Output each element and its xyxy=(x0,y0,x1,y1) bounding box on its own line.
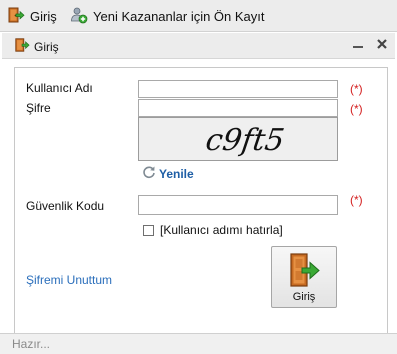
refresh-label: Yenile xyxy=(159,166,194,181)
door-login-icon xyxy=(7,6,25,27)
door-login-icon xyxy=(289,252,321,291)
door-login-icon xyxy=(14,37,30,56)
checkbox-box[interactable] xyxy=(143,224,154,236)
username-label: Kullanıcı Adı xyxy=(26,81,93,95)
login-form: Kullanıcı Adı (*) Şifre (*) c9ft5 (*) Ye… xyxy=(14,67,388,352)
toolbar-login-label: Giriş xyxy=(30,8,57,24)
window-title: Giriş xyxy=(14,37,59,56)
toolbar-register-button[interactable]: Yeni Kazananlar için Ön Kayıt xyxy=(70,6,265,26)
security-code-input[interactable] xyxy=(138,195,338,215)
refresh-captcha-link[interactable]: Yenile xyxy=(142,165,194,182)
refresh-icon xyxy=(142,165,156,182)
username-required-marker: (*) xyxy=(350,82,363,96)
window-header: Giriş xyxy=(2,33,395,59)
forgot-password-link[interactable]: Şifremi Unuttum xyxy=(26,273,112,287)
remember-me-label: [Kullanıcı adımı hatırla] xyxy=(160,223,283,237)
remember-me-checkbox[interactable]: [Kullanıcı adımı hatırla] xyxy=(143,223,283,237)
captcha-required-marker: (*) xyxy=(350,193,363,207)
username-input[interactable] xyxy=(138,80,338,98)
login-window: Giriş Kullanıcı Adı (*) Şifre (*) c9ft5 … xyxy=(2,33,395,354)
toolbar-login-button[interactable]: Giriş xyxy=(7,6,57,26)
captcha-image: c9ft5 xyxy=(138,117,338,161)
status-bar: Hazır... xyxy=(0,333,397,354)
password-input[interactable] xyxy=(138,99,338,117)
captcha-text: c9ft5 xyxy=(204,123,287,158)
minimize-button[interactable] xyxy=(350,36,366,52)
toolbar-register-label: Yeni Kazananlar için Ön Kayıt xyxy=(93,8,265,24)
login-submit-button[interactable]: Giriş xyxy=(271,246,337,308)
minimize-icon xyxy=(353,46,363,48)
user-add-icon xyxy=(70,6,88,27)
window-title-label: Giriş xyxy=(34,39,59,54)
login-submit-label: Giriş xyxy=(292,291,316,303)
close-icon xyxy=(377,39,387,49)
top-toolbar: Giriş Yeni Kazananlar için Ön Kayıt xyxy=(0,0,397,32)
password-label: Şifre xyxy=(26,101,51,115)
security-code-label: Güvenlik Kodu xyxy=(26,199,105,213)
status-text: Hazır... xyxy=(12,337,51,351)
close-button[interactable] xyxy=(374,36,390,52)
password-required-marker: (*) xyxy=(350,102,363,116)
